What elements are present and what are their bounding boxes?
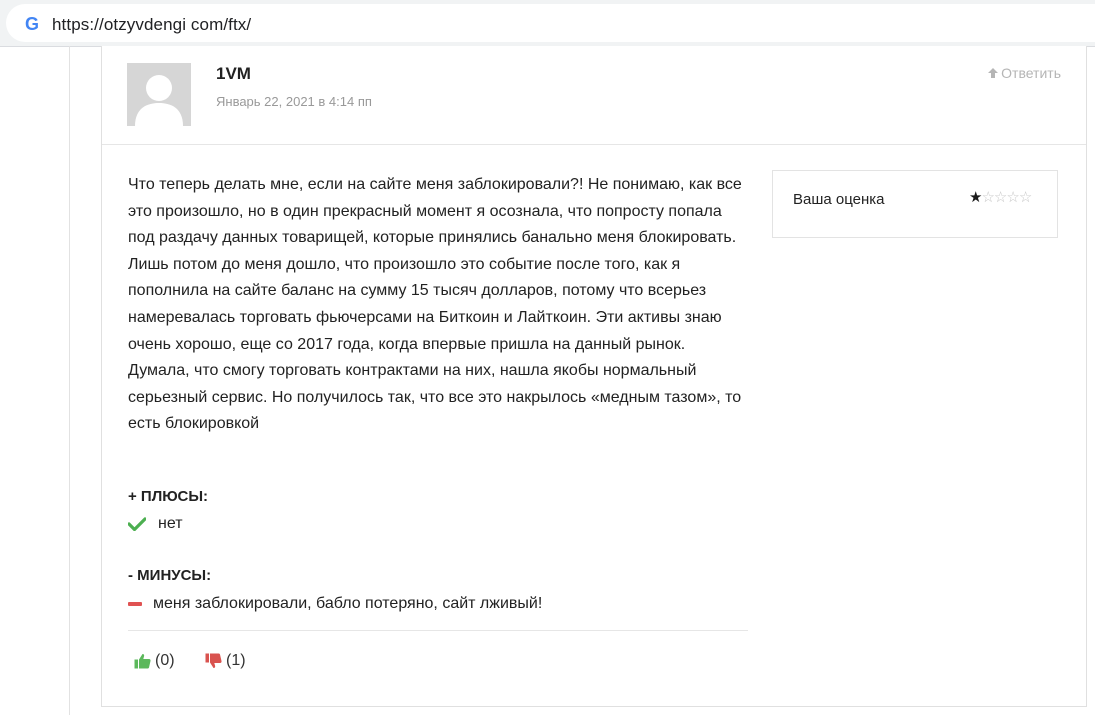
pros-title: + ПЛЮСЫ:	[128, 488, 209, 505]
like-count: (0)	[155, 652, 175, 669]
page-border	[69, 46, 70, 715]
comment-date: Январь 22, 2021 в 4:14 пп	[216, 94, 372, 109]
pros-item: нет	[128, 515, 183, 533]
address-bar[interactable]: G https://otzyvdengi com/ftx/	[6, 4, 1095, 42]
comment-text: Что теперь делать мне, если на сайте мен…	[128, 176, 742, 433]
comment-card: 1VM Январь 22, 2021 в 4:14 пп Ответить Ч…	[101, 46, 1087, 707]
reply-label: Ответить	[1001, 65, 1061, 81]
star-icon[interactable]: ☆	[1006, 189, 1019, 206]
user-placeholder-icon	[127, 63, 191, 126]
arrow-up-icon	[988, 68, 999, 78]
dislike-count: (1)	[226, 652, 246, 669]
avatar	[127, 63, 191, 126]
footer-divider	[128, 630, 748, 631]
cons-text: меня заблокировали, бабло потеряно, сайт…	[153, 595, 543, 612]
url-text[interactable]: https://otzyvdengi com/ftx/	[52, 15, 251, 35]
thumbs-up-icon	[134, 654, 151, 669]
star-icon[interactable]: ★	[969, 189, 982, 206]
check-icon	[128, 517, 146, 531]
like-button[interactable]: (0)	[134, 652, 175, 670]
minus-icon	[128, 602, 142, 606]
star-icon[interactable]: ☆	[1019, 189, 1032, 206]
cons-title: - МИНУСЫ:	[128, 567, 212, 584]
dislike-button[interactable]: (1)	[205, 652, 246, 670]
rating-label: Ваша оценка	[793, 191, 885, 208]
star-icon[interactable]: ☆	[994, 189, 1007, 206]
rating-box: Ваша оценка ★☆☆☆☆	[772, 170, 1058, 238]
thumbs-down-icon	[205, 653, 222, 668]
pros-text: нет	[158, 515, 183, 532]
reply-button[interactable]: Ответить	[987, 65, 1061, 81]
google-icon: G	[24, 14, 39, 34]
header-divider	[102, 144, 1086, 145]
comment-author[interactable]: 1VM	[216, 64, 251, 84]
star-icon[interactable]: ☆	[981, 189, 994, 206]
cons-item: меня заблокировали, бабло потеряно, сайт…	[128, 595, 542, 613]
browser-toolbar: G https://otzyvdengi com/ftx/	[0, 0, 1095, 47]
star-rating[interactable]: ★☆☆☆☆	[969, 188, 1032, 206]
